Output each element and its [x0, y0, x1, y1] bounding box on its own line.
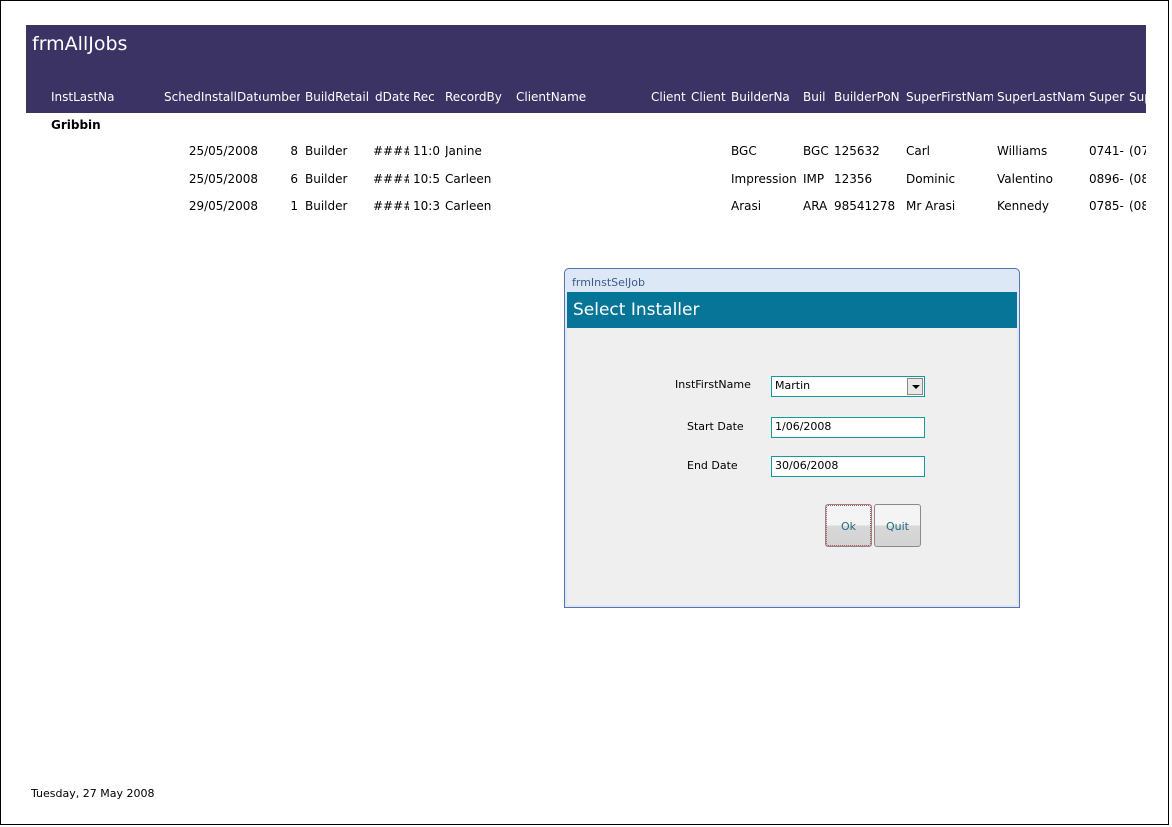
table-cell: 25/05/2008 [188, 172, 258, 186]
table-cell: ##### [373, 172, 409, 186]
footer-date: Tuesday, 27 May 2008 [31, 787, 155, 800]
column-header: SuperLastNam [997, 90, 1085, 104]
table-cell: ARA [803, 199, 828, 213]
table-cell: Carleen [445, 199, 492, 213]
table-cell: BGC [803, 144, 829, 158]
column-header: SuperFirstNam [906, 90, 993, 104]
table-cell: 11:0 [413, 144, 440, 158]
table-cell: Mr Arasi [906, 199, 956, 213]
table-cell: 0785- [1089, 199, 1124, 213]
table-cell: Valentino [997, 172, 1053, 186]
column-header: dDate [375, 90, 409, 104]
table-cell: Builder [305, 172, 348, 186]
column-header: umber [262, 90, 300, 104]
table-cell: (07 [1129, 144, 1146, 158]
table-cell: 12356 [834, 172, 873, 186]
table-cell: 98541278 [834, 199, 896, 213]
start-date-label: Start Date [687, 420, 744, 433]
table-cell: 10:3 [413, 199, 440, 213]
table-cell: IMP [803, 172, 825, 186]
column-header: Sup [1129, 90, 1146, 104]
inst-first-name-value: Martin [775, 379, 811, 392]
column-header: Client [651, 90, 686, 104]
column-header: BuildRetail [305, 90, 370, 104]
table-cell: (08 [1129, 172, 1146, 186]
table-cell: ##### [373, 144, 409, 158]
table-cell: 29/05/2008 [188, 199, 258, 213]
table-cell: Impression [731, 172, 797, 186]
end-date-label: End Date [687, 459, 738, 472]
column-header: RecordBy [445, 90, 502, 104]
table-cell: Carleen [445, 172, 492, 186]
group-inst-last-name: Gribbin [51, 118, 101, 132]
form-title: frmAllJobs [32, 33, 128, 55]
start-date-input[interactable]: 1/06/2008 [771, 417, 925, 438]
chevron-down-icon[interactable] [907, 378, 923, 395]
table-cell: Kennedy [997, 199, 1049, 213]
table-cell: BGC [731, 144, 757, 158]
column-header: BuilderNa [731, 90, 790, 104]
column-header: Super [1089, 90, 1125, 104]
column-header: SchedInstallDate [164, 90, 261, 104]
table-cell: 0741- [1089, 144, 1124, 158]
table-cell: ##### [373, 199, 409, 213]
table-cell: 0896- [1089, 172, 1124, 186]
table-cell: 1 [290, 199, 298, 213]
end-date-input[interactable]: 30/06/2008 [771, 456, 925, 477]
dialog-caption: frmInstSelJob [572, 276, 645, 289]
column-header: Client [691, 90, 726, 104]
column-header: ClientName [516, 90, 587, 104]
ok-button[interactable]: Ok [825, 504, 872, 547]
table-cell: Builder [305, 199, 348, 213]
table-cell: Janine [445, 144, 482, 158]
column-header: Rec [413, 90, 435, 104]
table-cell: Williams [997, 144, 1048, 158]
table-cell: Dominic [906, 172, 956, 186]
select-installer-dialog: frmInstSelJob Select Installer InstFirst… [564, 268, 1020, 608]
table-cell: 6 [290, 172, 298, 186]
quit-button[interactable]: Quit [874, 504, 921, 547]
table-cell: 125632 [834, 144, 880, 158]
column-header: InstLastNa [51, 90, 115, 104]
table-cell: Builder [305, 144, 348, 158]
inst-first-name-combo[interactable]: Martin [771, 376, 925, 397]
table-cell: Arasi [731, 199, 762, 213]
table-cell: 25/05/2008 [188, 144, 258, 158]
table-cell: Carl [906, 144, 930, 158]
column-header: BuilderPoN [834, 90, 900, 104]
table-cell: 8 [290, 144, 298, 158]
table-cell: (08 [1129, 199, 1146, 213]
column-header: Buil [803, 90, 826, 104]
dialog-heading: Select Installer [567, 292, 1017, 328]
table-cell: 10:5 [413, 172, 440, 186]
inst-first-name-label: InstFirstName [675, 378, 751, 391]
